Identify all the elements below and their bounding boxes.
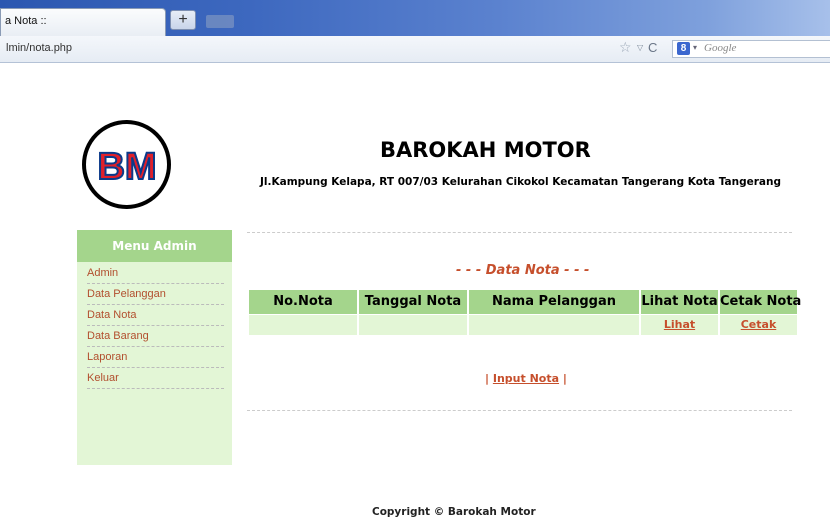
lihat-link[interactable]: Lihat (664, 318, 695, 331)
new-tab-button[interactable]: + (170, 10, 196, 30)
sidebar-item-data-barang[interactable]: Data Barang (87, 327, 224, 347)
browser-tab[interactable]: a Nota :: (0, 8, 166, 36)
footer-copyright: Copyright © Barokah Motor (372, 506, 536, 518)
site-address: Jl.Kampung Kelapa, RT 007/03 Kelurahan C… (260, 176, 781, 188)
sidebar-item-laporan[interactable]: Laporan (87, 348, 224, 368)
sidebar-title: Menu Admin (77, 230, 232, 262)
sidebar-item-keluar[interactable]: Keluar (87, 369, 224, 389)
cell-no-nota (249, 315, 357, 335)
divider-bottom (247, 410, 792, 411)
dropdown-icon[interactable]: ▽ (637, 43, 643, 52)
search-placeholder: Google (704, 42, 737, 54)
sidebar: Menu Admin Admin Data Pelanggan Data Not… (77, 230, 232, 465)
divider-top (247, 232, 792, 233)
logo: BM (82, 120, 171, 209)
cetak-link[interactable]: Cetak (741, 318, 777, 331)
separator-left: | (485, 372, 490, 385)
cell-tanggal-nota (359, 315, 467, 335)
sidebar-item-data-nota[interactable]: Data Nota (87, 306, 224, 326)
reload-icon[interactable]: C (648, 40, 657, 55)
sidebar-item-admin[interactable]: Admin (87, 264, 224, 284)
sidebar-item-data-pelanggan[interactable]: Data Pelanggan (87, 285, 224, 305)
input-nota-bar: | Input Nota | (485, 372, 567, 385)
logo-mark: BM (96, 146, 157, 184)
column-header-cetak-nota: Cetak Nota (720, 290, 801, 314)
logo-text: BM (97, 146, 156, 184)
column-header-nama-pelanggan: Nama Pelanggan (469, 290, 639, 314)
section-title: - - - Data Nota - - - (456, 263, 590, 278)
chevron-down-icon[interactable]: ▾ (693, 43, 697, 52)
site-title: BAROKAH MOTOR (380, 138, 591, 162)
column-header-lihat-nota: Lihat Nota (641, 290, 718, 314)
background-tab[interactable] (206, 15, 234, 28)
star-icon[interactable]: ☆ (619, 40, 632, 56)
search-field[interactable]: 8 ▾ Google (672, 40, 830, 58)
separator-right: | (562, 372, 567, 385)
cell-nama-pelanggan (469, 315, 639, 335)
column-header-no-nota: No.Nota (249, 290, 357, 314)
input-nota-link[interactable]: Input Nota (493, 372, 559, 385)
tab-title: a Nota :: (5, 15, 47, 27)
address-bar[interactable]: lmin/nota.php (6, 42, 72, 54)
cell-cetak-nota: Cetak (720, 315, 797, 335)
google-icon: 8 (677, 42, 690, 55)
cell-lihat-nota: Lihat (641, 315, 718, 335)
column-header-tanggal-nota: Tanggal Nota (359, 290, 467, 314)
